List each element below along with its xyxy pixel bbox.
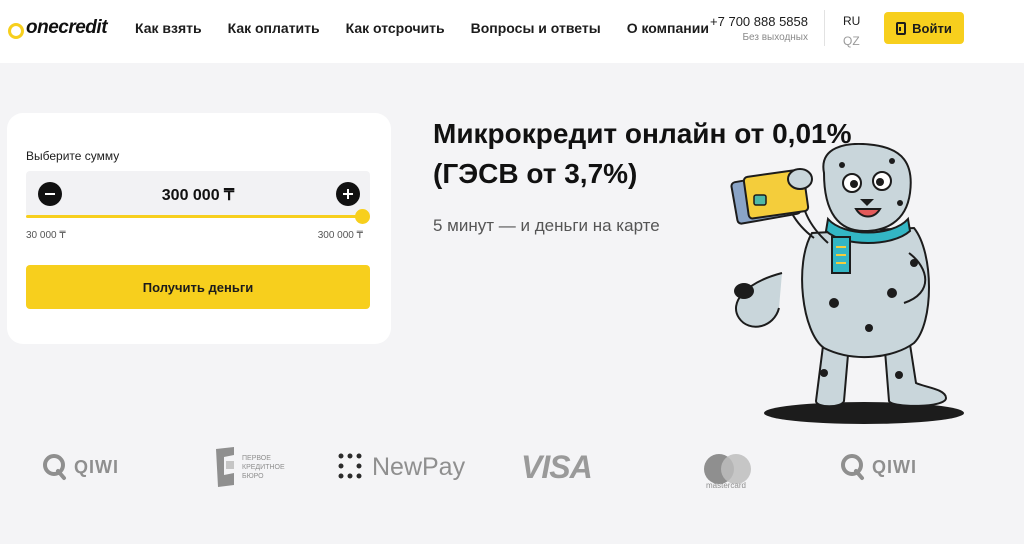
phone-block: +7 700 888 5858 Без выходных	[704, 14, 808, 43]
login-button[interactable]: Войти	[884, 12, 964, 44]
language-switcher: RU QZ	[843, 11, 860, 51]
nav-how-to-pay[interactable]: Как оплатить	[228, 20, 320, 36]
amount-slider-track[interactable]	[26, 215, 364, 218]
qiwi-text-2: QIWI	[872, 456, 917, 477]
login-label: Войти	[912, 20, 952, 36]
main-nav: Как взять Как оплатить Как отсрочить Воп…	[135, 0, 735, 56]
partner-qiwi-1: QIWI	[42, 440, 119, 494]
nav-how-to-defer[interactable]: Как отсрочить	[346, 20, 445, 36]
partner-pkb: Первое кредитное бюро	[214, 440, 302, 494]
snow-leopard-mascot	[730, 143, 964, 424]
lang-ru[interactable]: RU	[843, 11, 860, 31]
get-money-button[interactable]: Получить деньги	[26, 265, 370, 309]
logo[interactable]: onecredit	[8, 14, 108, 42]
newpay-dots-icon	[338, 453, 362, 479]
logo-ring-icon	[8, 22, 24, 39]
amount-box: 300 000 ₸	[26, 171, 370, 217]
qiwi-icon	[841, 454, 864, 480]
amount-slider-handle[interactable]	[355, 209, 370, 224]
partner-mastercard: mastercard	[696, 440, 756, 494]
mastercard-text: mastercard	[705, 481, 746, 490]
newpay-text: NewPay	[372, 452, 466, 481]
phone-note: Без выходных	[742, 32, 808, 43]
partners-strip: QIWI Первое кредитное бюро NewPay VISA m…	[0, 440, 1024, 500]
amount-value[interactable]: 300 000 ₸	[26, 185, 370, 205]
qiwi-text-1: QIWI	[74, 456, 119, 477]
phone-number[interactable]: +7 700 888 5858	[704, 14, 808, 29]
increase-amount-button[interactable]	[336, 182, 360, 206]
partner-qiwi-2: QIWI	[840, 440, 917, 494]
qiwi-icon	[43, 454, 66, 480]
amount-min: 30 000 ₸	[26, 230, 66, 241]
visa-text: VISA	[521, 448, 593, 485]
nav-about[interactable]: О компании	[627, 20, 709, 36]
hero-subtitle: 5 минут — и деньги на карте	[433, 216, 660, 235]
loan-calculator-card: Выберите сумму 300 000 ₸ 30 000 ₸ 300 00…	[7, 113, 391, 344]
lang-qz[interactable]: QZ	[843, 31, 860, 51]
nav-how-to-get[interactable]: Как взять	[135, 20, 202, 36]
partner-visa: VISA	[521, 440, 593, 494]
header: onecredit Как взять Как оплатить Как отс…	[0, 0, 1024, 63]
plus-icon	[347, 189, 349, 199]
partner-newpay: NewPay	[338, 440, 465, 494]
amount-label: Выберите сумму	[26, 149, 120, 163]
header-divider	[824, 10, 825, 46]
pkb-text: Первое кредитное бюро	[242, 454, 285, 480]
pkb-icon	[216, 447, 234, 487]
amount-max: 300 000 ₸	[317, 230, 363, 241]
nav-faq[interactable]: Вопросы и ответы	[471, 20, 601, 36]
logo-text: onecredit	[26, 17, 108, 38]
door-icon	[896, 21, 907, 35]
